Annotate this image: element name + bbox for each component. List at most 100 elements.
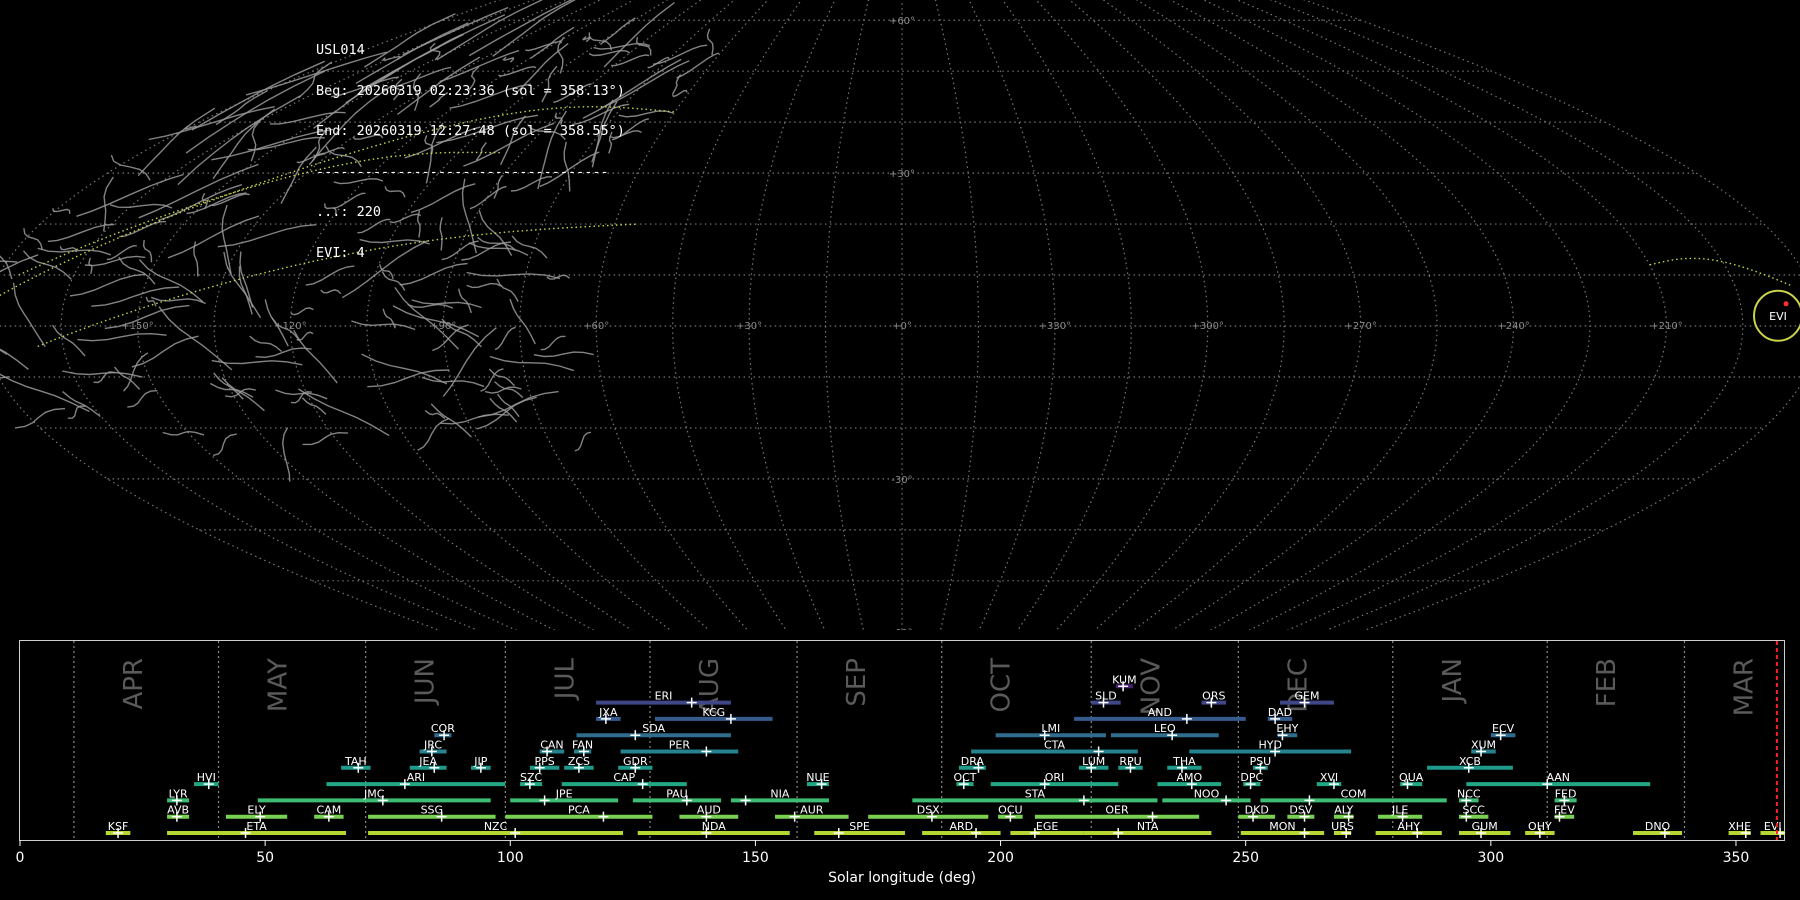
month-label: JUN xyxy=(411,658,441,706)
shower-label: ECV xyxy=(1492,722,1515,735)
shower-label: FED xyxy=(1555,787,1577,800)
meteor-trail xyxy=(382,308,396,329)
shower-label: XHE xyxy=(1728,820,1751,833)
shower-label: LYR xyxy=(169,787,188,800)
month-label: OCT xyxy=(987,658,1017,713)
latitude-label: +30° xyxy=(889,169,915,180)
meteor-trail xyxy=(91,286,180,307)
meridian-line xyxy=(1102,0,1362,630)
meteor-trail xyxy=(320,289,342,295)
x-axis-label: Solar longitude (deg) xyxy=(828,870,976,886)
meteor-trail xyxy=(69,273,146,297)
meridian-line xyxy=(1302,0,1800,630)
shower-label: ZCS xyxy=(568,755,590,768)
longitude-label: +60° xyxy=(583,321,609,332)
longitude-label: +150° xyxy=(121,321,153,332)
shower-label: URS xyxy=(1331,820,1354,833)
shower-label: ORI xyxy=(1045,771,1065,784)
meteor-trail xyxy=(239,251,254,308)
meteor-trail xyxy=(0,255,13,280)
shower-label: AHY xyxy=(1397,820,1420,833)
shower-label: HVI xyxy=(197,771,216,784)
info-box: USL014 Beg: 20260319 02:23:36 (sol = 358… xyxy=(316,17,625,274)
shower-label: DPC xyxy=(1240,771,1263,784)
meteor-trail xyxy=(212,433,237,457)
shower-label: DKD xyxy=(1245,804,1269,817)
meteor-trail xyxy=(193,241,199,277)
separator-line: ------------------------------------ xyxy=(316,163,609,180)
meteor-trail xyxy=(255,347,312,359)
end-time: End: 20260319 12:27:48 (sol = 358.55°) xyxy=(316,123,625,139)
meteor-trail xyxy=(62,391,101,418)
shower-label: SZC xyxy=(520,771,543,784)
meteor-trail xyxy=(509,298,536,345)
shower-label: ELY xyxy=(247,804,266,817)
month-label: MAR xyxy=(1729,658,1759,716)
shower-label: NTA xyxy=(1137,820,1159,833)
longitude-label: +0° xyxy=(892,321,912,332)
shower-label: KUM xyxy=(1112,673,1136,686)
month-label: APR xyxy=(119,658,149,710)
month-label: FEB xyxy=(1592,658,1622,707)
meteor-trail xyxy=(494,326,516,351)
meteor-trail xyxy=(76,173,184,217)
meridian-line xyxy=(968,0,1056,630)
shower-label: JXA xyxy=(598,706,618,719)
meteor-trail xyxy=(12,282,46,347)
shower-label: GUM xyxy=(1472,820,1498,833)
meridian-line xyxy=(672,0,803,630)
shower-label: JIP xyxy=(473,755,487,768)
meteor-trail xyxy=(430,403,472,438)
shower-label: FEV xyxy=(1554,804,1575,817)
shower-label: XVI xyxy=(1320,771,1338,784)
shower-label: PAU xyxy=(666,787,688,800)
shower-label: LMI xyxy=(1041,722,1060,735)
shower-label: EVI xyxy=(1764,820,1782,833)
meteor-trail xyxy=(217,224,317,248)
meteor-trail xyxy=(167,215,260,259)
shower-label: AAN xyxy=(1546,771,1570,784)
meteor-trail xyxy=(137,107,216,177)
longitude-label: +210° xyxy=(1650,321,1682,332)
shower-label: LUM xyxy=(1082,755,1105,768)
shower-label: OCU xyxy=(998,804,1022,817)
meteor-trail xyxy=(281,427,291,482)
active-shower-label: EVI xyxy=(1769,310,1787,323)
shower-label: NIA xyxy=(770,787,789,800)
meteor-trail xyxy=(221,377,265,412)
meridian-line xyxy=(1202,0,1591,630)
meteor-trail xyxy=(676,52,720,79)
longitude-label: +330° xyxy=(1039,321,1071,332)
shower-label: OHY xyxy=(1528,820,1552,833)
meteor-trail xyxy=(0,349,8,355)
meteor-trail xyxy=(110,154,151,181)
x-tick-label: 0 xyxy=(16,850,25,866)
meridian-line xyxy=(595,0,769,630)
shower-label: NUE xyxy=(806,771,829,784)
meteor-trail xyxy=(131,335,199,368)
shower-label: JPE xyxy=(555,787,573,800)
shower-label: CAN xyxy=(540,739,563,752)
shower-label: PPS xyxy=(534,755,554,768)
shower-label: COM xyxy=(1341,787,1367,800)
shower-label: QUA xyxy=(1399,771,1424,784)
shower-label: THA xyxy=(1172,755,1196,768)
meteor-trail xyxy=(442,327,497,397)
shower-label: DRA xyxy=(961,755,985,768)
meteor-trail xyxy=(476,396,537,430)
shower-label: TAH xyxy=(344,755,367,768)
shower-label: DSX xyxy=(917,804,940,817)
shower-label: ORS xyxy=(1202,690,1225,703)
meteor-trail xyxy=(351,320,416,331)
shower-label: XCB xyxy=(1459,755,1481,768)
shower-label: ERI xyxy=(655,690,673,703)
longitude-label: +300° xyxy=(1192,321,1224,332)
radiant-point xyxy=(1783,301,1789,307)
shower-label: CAM xyxy=(317,804,342,817)
shower-label: RPU xyxy=(1119,755,1141,768)
shower-label: DSV xyxy=(1289,804,1312,817)
shower-label: DAD xyxy=(1268,706,1292,719)
shower-label: JEA xyxy=(418,755,437,768)
shower-label: PER xyxy=(669,739,691,752)
meteor-trail xyxy=(706,28,714,56)
